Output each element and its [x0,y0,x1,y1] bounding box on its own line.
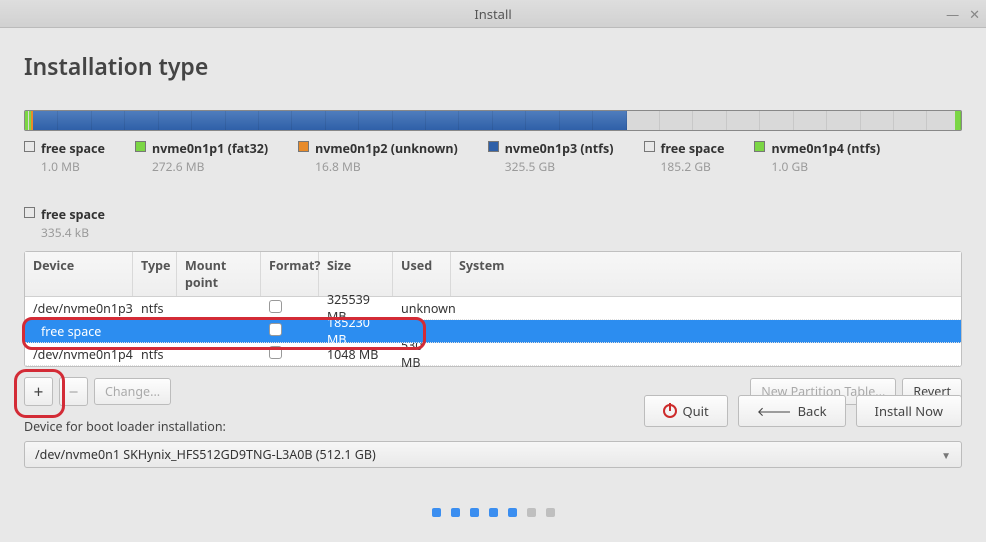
table-header: Device Type Mount point Format? Size Use… [25,252,961,297]
step-dot[interactable] [527,508,536,517]
quit-button[interactable]: Quit [644,395,728,427]
window-title: Install [0,5,986,23]
step-dot[interactable] [470,508,479,517]
partition-bar[interactable] [24,110,962,131]
col-format[interactable]: Format? [261,252,319,296]
partition-legend: free space1.0 MB nvme0n1p1 (fat32)272.6 … [24,139,962,241]
page-title: Installation type [24,50,962,82]
minimize-icon[interactable]: ― [946,5,959,23]
partition-table[interactable]: Device Type Mount point Format? Size Use… [24,251,962,367]
change-partition-button[interactable]: Change... [94,378,171,405]
col-size[interactable]: Size [319,252,393,296]
step-dot[interactable] [508,508,517,517]
chevron-down-icon: ▼ [941,448,951,462]
table-row-selected[interactable]: free space 185230 MB [25,320,961,343]
step-dot[interactable] [546,508,555,517]
install-now-button[interactable]: Install Now [856,395,962,427]
table-row[interactable]: /dev/nvme0n1p4 ntfs 1048 MB 530 MB [25,343,961,366]
col-mount[interactable]: Mount point [177,252,261,296]
add-partition-button[interactable]: + [24,377,53,406]
step-pager [0,508,986,517]
format-checkbox [269,300,282,313]
arrow-left-icon: 🡐 [757,402,792,420]
col-type[interactable]: Type [133,252,177,296]
bootloader-select[interactable]: /dev/nvme0n1 SKHynix_HFS512GD9TNG-L3A0B … [24,441,962,468]
close-icon[interactable]: ✕ [969,5,980,23]
format-checkbox [269,323,282,336]
remove-partition-button[interactable]: − [59,377,88,406]
table-row[interactable]: /dev/nvme0n1p3 ntfs 325539 MB unknown [25,297,961,320]
col-device[interactable]: Device [25,252,133,296]
format-checkbox [269,346,282,359]
power-icon [663,404,677,418]
step-dot[interactable] [451,508,460,517]
step-dot[interactable] [432,508,441,517]
titlebar: Install ― ✕ [0,0,986,28]
back-button[interactable]: 🡐Back [738,395,846,427]
col-system[interactable]: System [451,252,961,296]
col-used[interactable]: Used [393,252,451,296]
step-dot[interactable] [489,508,498,517]
